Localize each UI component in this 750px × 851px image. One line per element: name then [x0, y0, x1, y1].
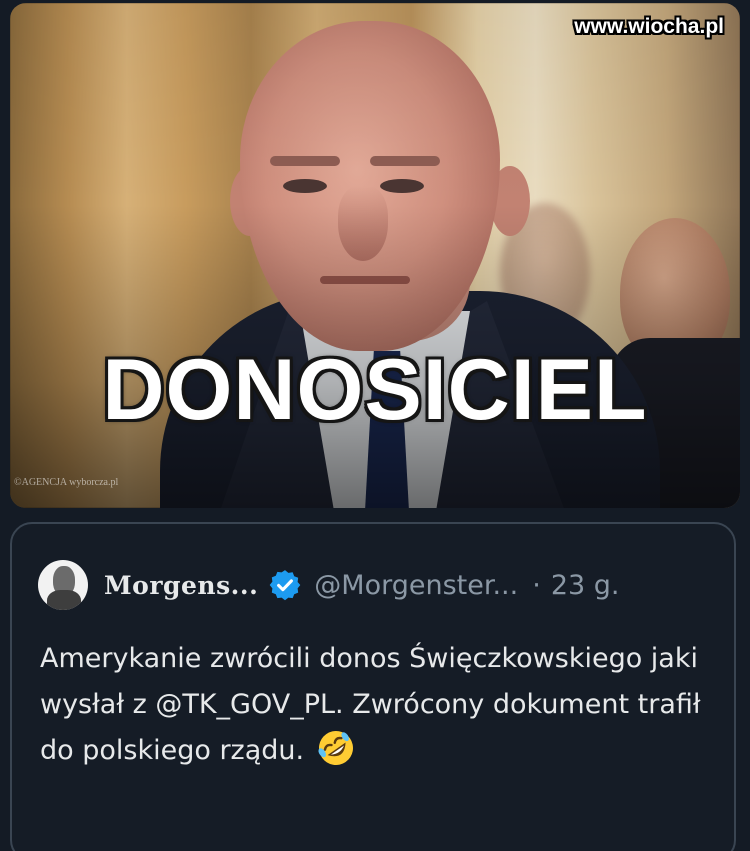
- author-handle[interactable]: @Morgenster...: [314, 570, 518, 601]
- quoted-tweet-card[interactable]: Morgens... @Morgenster... · 23 g. Ameryk…: [10, 522, 736, 851]
- separator-dot: ·: [532, 569, 541, 601]
- photo-credit: ©AGENCJA wyborcza.pl: [14, 477, 119, 488]
- site-watermark: www.wiocha.pl: [574, 15, 724, 38]
- avatar[interactable]: [38, 560, 88, 610]
- verified-badge-shape: [269, 570, 301, 601]
- tweet-text-body: Amerykanie zwrócili donos Święczkowskieg…: [40, 643, 701, 766]
- tweet-header: Morgens... @Morgenster... · 23 g.: [38, 560, 619, 610]
- page: DONOSICIEL ©AGENCJA wyborcza.pl www.wioc…: [0, 0, 750, 851]
- image-headline: DONOSICIEL: [102, 342, 648, 438]
- author-name[interactable]: Morgens...: [104, 571, 258, 600]
- verified-badge-icon: [268, 568, 302, 602]
- rolling-on-floor-laughing-icon: [316, 728, 356, 768]
- tweet-timestamp[interactable]: 23 g.: [551, 570, 620, 601]
- post-image[interactable]: DONOSICIEL ©AGENCJA wyborcza.pl www.wioc…: [10, 3, 740, 508]
- tweet-text: Amerykanie zwrócili donos Święczkowskieg…: [40, 636, 720, 774]
